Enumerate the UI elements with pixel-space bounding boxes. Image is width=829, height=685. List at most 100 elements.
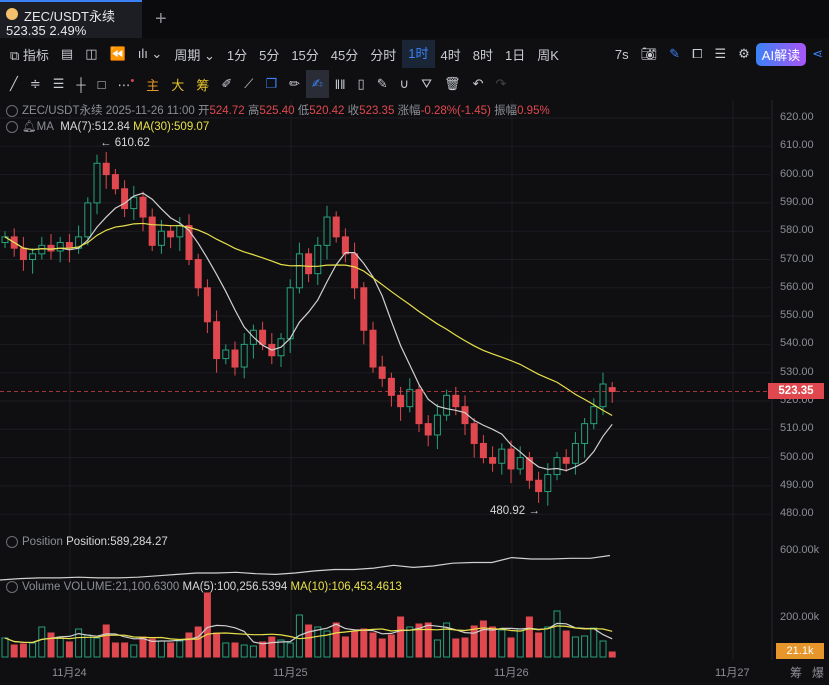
candle [406,389,414,408]
candle [332,216,340,238]
volume-bar [167,642,175,658]
price-tick: 580.00 [780,224,814,237]
candle [47,244,55,252]
candle [433,414,441,436]
volume-bar [516,628,524,658]
price-tick: 510.00 [780,422,814,435]
volume-bar [19,643,27,658]
candle [222,349,230,360]
volume-bar [185,632,193,658]
candle [351,253,359,289]
volume-bar [332,622,340,658]
volume-bar [590,627,598,658]
volume-bar [286,642,294,658]
candle [516,457,524,470]
candle [571,442,579,464]
volume-bar [222,642,230,658]
price-tick: 590.00 [780,195,814,208]
volume-bar [406,626,414,658]
price-tick: 560.00 [780,280,814,293]
volume-axis-label: 200.00k [780,611,820,623]
candle [323,216,331,246]
volume-bar [387,634,395,658]
candle [102,162,110,176]
candle [305,253,313,275]
candle [121,188,129,210]
candle [599,383,607,408]
volume-bar [470,625,478,658]
volume-bar [305,624,313,658]
volume-bar [433,639,441,658]
collapse-icon[interactable] [6,581,18,593]
volume-bar [341,636,349,658]
candle [231,349,239,368]
ohlc-info: ZEC/USDT永续 2025-11-26 11:00 开524.72 高525… [6,102,550,118]
candle [314,244,322,275]
volume-bar [249,645,257,658]
candle [562,457,570,464]
price-tick: 550.00 [780,309,814,322]
bell-icon[interactable]: 🔔︎ [22,121,37,133]
volume-bar [93,637,101,658]
candle [369,329,377,368]
price-tick: 530.00 [780,365,814,378]
price-tick: 490.00 [780,478,814,491]
candle [259,329,267,345]
last-volume-tag: 21.1k [776,643,824,659]
volume-bar [452,638,460,658]
candle [84,202,92,238]
time-tick: 11月25 [273,667,308,679]
volume-bar [571,636,579,658]
candle [19,247,27,260]
volume-bar [397,616,405,658]
low-annotation: 480.92 → [490,505,540,517]
volume-bar [176,640,184,658]
candle [452,394,460,408]
volume-bar [489,626,497,658]
volume-bar [84,634,92,658]
candle [93,162,101,204]
chips-footer-button[interactable]: 筹 [790,666,802,680]
volume-bar [194,626,202,658]
volume-bar [102,624,110,658]
liquidation-footer-button[interactable]: 爆 [812,666,824,680]
candle [111,174,119,190]
volume-bar [213,632,221,658]
volume-bar [314,626,322,658]
candle [203,287,211,323]
volume-bar [544,626,552,658]
collapse-icon[interactable] [6,104,18,117]
price-tick: 480.00 [780,507,814,520]
volume-bar [157,640,165,658]
volume-bar [369,632,377,658]
candle [608,387,616,393]
candle [341,236,349,255]
volume-bar [498,629,506,658]
price-tick: 610.00 [780,139,814,152]
time-tick: 11月27 [715,667,750,679]
volume-bar [65,641,73,658]
volume-bar [130,644,138,658]
candle [360,287,368,331]
candle [479,442,487,459]
collapse-icon[interactable] [6,536,18,548]
volume-bar [608,651,616,658]
candle [581,423,589,444]
candle [498,448,506,464]
time-tick: 11月26 [494,667,529,679]
candle [535,479,543,493]
candle [38,244,46,255]
candle [415,389,423,425]
volume-bar [231,642,239,658]
price-tick: 620.00 [780,111,814,123]
last-price-tag: 523.35 [768,383,824,399]
volume-bar [360,628,368,658]
candle [213,321,221,360]
volume-bar [535,632,543,658]
collapse-icon[interactable] [6,120,18,133]
candle [387,377,395,396]
candle [397,394,405,408]
volume-bar [240,644,248,658]
volume-bar [56,636,64,658]
price-tick: 540.00 [780,337,814,350]
